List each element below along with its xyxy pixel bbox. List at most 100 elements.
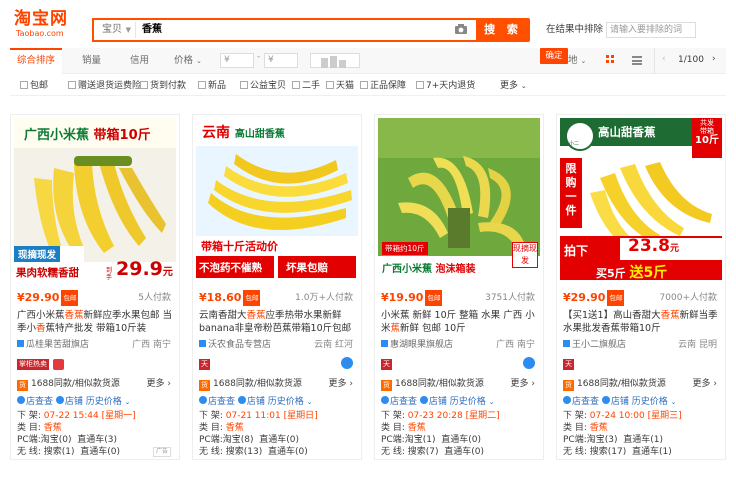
filter-cod[interactable]: 货到付款 [140, 79, 186, 93]
shop-icon [419, 396, 428, 404]
listing-time: 下 架: 07-22 15:44 [星期一] [17, 411, 136, 421]
filter-tmall[interactable]: 天猫 [326, 79, 354, 93]
heart-icon [53, 359, 64, 370]
filter-secondhand[interactable]: 二手 [292, 79, 320, 93]
listing-time: 下 架: 07-21 11:01 [星期日] [199, 411, 318, 421]
shop-link[interactable]: 瓜桂果苦甜旗店 [17, 339, 89, 352]
price-range-chart[interactable] [310, 53, 360, 68]
filter-7day-return[interactable]: 7+天内退货 [416, 79, 475, 93]
product-price: ¥19.90 包邮 [381, 290, 443, 306]
image-tag: 带箱十斤活动价 [201, 240, 278, 253]
product-card[interactable]: 广西小米蕉 带箱10斤 现摘现发 果肉软糯香甜 到手 29.9元 ¥29.90 包… [10, 114, 180, 460]
location: 云南 昆明 [678, 340, 717, 350]
search-icon [563, 396, 571, 404]
same-source-link[interactable]: 货 1688同款/相似款货源 [381, 377, 484, 391]
product-title[interactable]: 广西小米蕉香蕉新鲜应季水果包邮 当季小香蕉特产批发 带箱10斤装 [17, 309, 175, 335]
sort-default[interactable]: 综合排序 [10, 48, 62, 74]
shop-check-link[interactable]: 店查查 [572, 397, 599, 407]
sort-credit[interactable]: 信用 [130, 48, 149, 74]
filter-free-shipping[interactable]: 包邮 [20, 79, 48, 93]
shop-check-link[interactable]: 店查查 [208, 397, 235, 407]
chevron-down-icon: ⌄ [196, 57, 202, 65]
product-card[interactable]: 带箱约10斤 广西小米蕉 泡沫箱装 现摘现发 ¥19.90 包邮 3751人付款 … [374, 114, 544, 460]
more-button[interactable]: 更多 › [693, 377, 717, 391]
grid-view-icon[interactable] [606, 55, 616, 65]
product-price: ¥29.90 包邮 [17, 290, 79, 306]
shop-check-link[interactable]: 店查查 [26, 397, 53, 407]
product-title[interactable]: 云南香甜大香蕉应季热带水果新鲜banana非皇帝粉芭蕉带箱10斤包邮 [199, 309, 357, 335]
price-confirm-button[interactable]: 确定 [540, 48, 568, 64]
prev-page-icon[interactable]: ‹ [662, 54, 666, 64]
shop-icon [563, 340, 570, 347]
price-dash: - [257, 52, 261, 62]
logo-text: 淘宝网 [14, 9, 68, 29]
filter-more[interactable]: 更多 ⌄ [500, 79, 527, 93]
search-category-select[interactable]: 宝贝 ▼ [96, 22, 136, 38]
filter-return-insurance[interactable]: 赠送退货运费险 [68, 79, 141, 93]
price-history-link[interactable]: 历史价格 [86, 397, 122, 407]
price-history-link[interactable]: 历史价格 [268, 397, 304, 407]
shop-link-2[interactable]: 店铺 [611, 397, 629, 407]
same-source-link[interactable]: 货 1688同款/相似款货源 [563, 377, 666, 391]
list-view-icon[interactable] [632, 56, 642, 65]
more-button[interactable]: 更多 › [329, 377, 353, 391]
sort-price[interactable]: 价格 ⌄ [174, 48, 202, 74]
more-button[interactable]: 更多 › [147, 377, 171, 391]
search-button[interactable]: 搜 索 [476, 18, 530, 42]
price-history-link[interactable]: 历史价格 [632, 397, 668, 407]
location-select[interactable]: 地 ⌄ [568, 48, 586, 74]
more-button[interactable]: 更多 › [511, 377, 535, 391]
shop-link[interactable]: 沃农食品专营店 [199, 339, 271, 352]
search-icon [17, 396, 25, 404]
shop-icon [381, 340, 388, 347]
shop-link[interactable]: 惠湖眼果旗舰店 [381, 339, 453, 352]
product-image[interactable]: 带箱约10斤 广西小米蕉 泡沫箱装 现摘现发 [378, 118, 540, 280]
shop-check-link[interactable]: 店查查 [390, 397, 417, 407]
tools-row: 店查查 店铺 历史价格 ⌄ [563, 396, 677, 408]
price-min-input[interactable]: ¥ [220, 53, 254, 68]
filter-new[interactable]: 新品 [198, 79, 226, 93]
sales-count: 3751人付款 [485, 293, 535, 303]
price-history-link[interactable]: 历史价格 [450, 397, 486, 407]
shop-link-2[interactable]: 店铺 [247, 397, 265, 407]
filter-charity[interactable]: 公益宝贝 [240, 79, 286, 93]
same-source-link[interactable]: 货 1688同款/相似款货源 [17, 377, 120, 391]
taobao-logo[interactable]: 淘宝网 Taobao.com [14, 10, 84, 42]
pc-stats: PC端:淘宝(8) 直通车(0) [199, 435, 299, 445]
alibaba-icon: 货 [17, 380, 28, 391]
search-icon [381, 396, 389, 404]
pc-stats: PC端:淘宝(0) 直通车(3) [17, 435, 117, 445]
product-image[interactable]: 云南 高山甜香蕉 带箱十斤活动价 不泡药不催熟 坏果包赔 [196, 118, 358, 280]
divider [654, 48, 655, 74]
alibaba-icon: 货 [563, 380, 574, 391]
shop-link[interactable]: 王小二旗舰店 [563, 339, 626, 352]
listing-time: 下 架: 07-24 10:00 [星期三] [563, 411, 682, 421]
product-image[interactable]: 广西小米蕉 带箱10斤 现摘现发 果肉软糯香甜 到手 29.9元 [14, 118, 176, 280]
shop-link-2[interactable]: 店铺 [429, 397, 447, 407]
shop-link-2[interactable]: 店铺 [65, 397, 83, 407]
image-price: 23.8元 [628, 236, 679, 256]
info-icon [341, 357, 353, 369]
exclude-input[interactable]: 请输入要排除的词 [606, 22, 696, 38]
product-card[interactable]: 王小二 高山甜香蕉 共发 带箱 10斤 限购一件 拍下 23.8元 买5斤 送5斤 … [556, 114, 726, 460]
tmall-icon: 天 [563, 359, 574, 370]
product-title[interactable]: 【买1送1】高山香甜大香蕉新鲜当季水果批发香蕉带箱10斤 [563, 309, 721, 335]
same-source-link[interactable]: 货 1688同款/相似款货源 [199, 377, 302, 391]
category: 类 目: 香蕉 [381, 423, 426, 433]
sort-sales[interactable]: 销量 [82, 48, 101, 74]
tmall-icon: 天 [199, 359, 210, 370]
location: 广西 南宁 [496, 340, 535, 350]
wireless-stats: 无 线: 搜索(13) 直通车(0) [199, 447, 308, 457]
chevron-down-icon: ▼ [125, 26, 131, 34]
exclude-label: 在结果中排除 [546, 24, 604, 35]
price-max-input[interactable]: ¥ [264, 53, 298, 68]
product-image[interactable]: 王小二 高山甜香蕉 共发 带箱 10斤 限购一件 拍下 23.8元 买5斤 送5斤 [560, 118, 722, 280]
product-card[interactable]: 云南 高山甜香蕉 带箱十斤活动价 不泡药不催熟 坏果包赔 ¥18.60 包邮 1.… [192, 114, 362, 460]
camera-icon[interactable] [454, 22, 468, 36]
sales-count: 7000+人付款 [659, 293, 717, 303]
search-input[interactable] [142, 22, 442, 38]
next-page-icon[interactable]: › [712, 54, 716, 64]
shop-icon [237, 396, 246, 404]
filter-genuine[interactable]: 正品保障 [360, 79, 406, 93]
product-title[interactable]: 小米蕉 新鲜 10斤 整箱 水果 广西 小米蕉新鲜 包邮 10斤 [381, 309, 539, 335]
